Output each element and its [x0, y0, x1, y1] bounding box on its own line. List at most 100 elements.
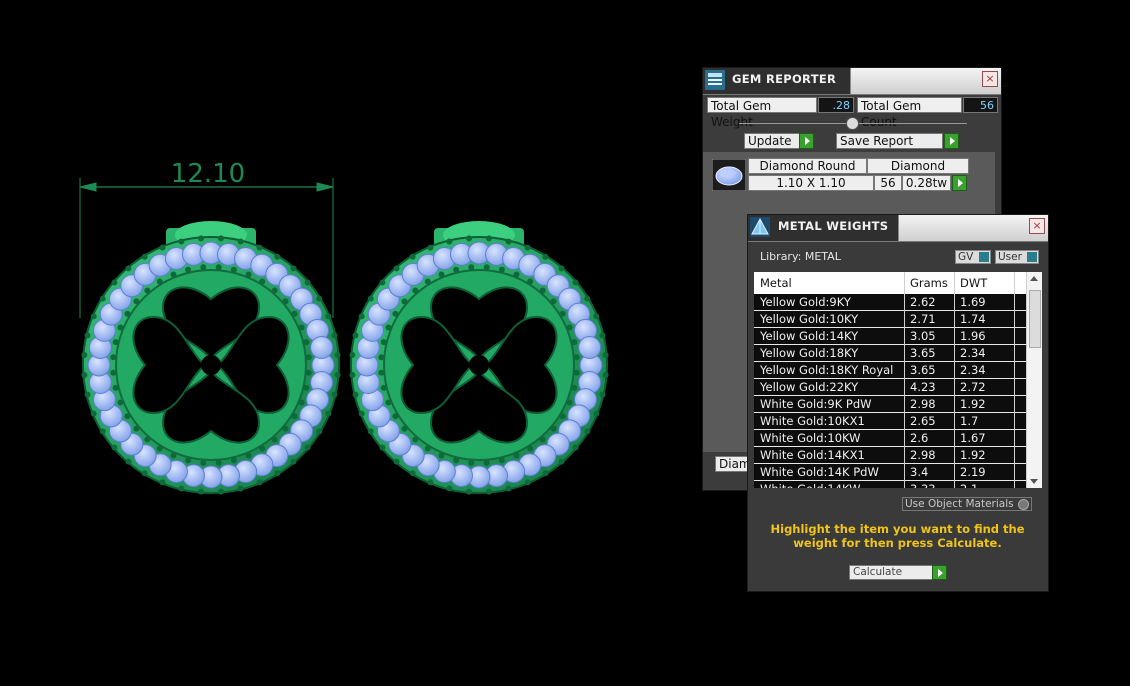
calculate-button[interactable]: Calculate: [849, 565, 941, 580]
dimension-label: 12.10: [171, 159, 245, 189]
dwt-cell: 2.1: [960, 482, 978, 488]
gem-stone: [310, 335, 334, 359]
user-toggle-knob-icon: [1027, 252, 1037, 262]
dwt-cell: 2.72: [960, 380, 986, 394]
table-row[interactable]: White Gold:14KX1 2.98 1.92: [754, 447, 1026, 464]
column-header-grams[interactable]: Grams: [910, 276, 948, 290]
table-row[interactable]: White Gold:9K PdW 2.98 1.92: [754, 396, 1026, 413]
gem-stone: [578, 335, 602, 359]
gv-toggle[interactable]: GV: [955, 250, 991, 264]
dwt-cell: 1.96: [960, 329, 986, 343]
grams-cell: 2.65: [910, 414, 936, 428]
table-row[interactable]: White Gold:14K PdW 3.4 2.19: [754, 464, 1026, 481]
table-row[interactable]: White Gold:10KW 2.6 1.67: [754, 430, 1026, 447]
grams-cell: 3.05: [910, 329, 936, 343]
metal-cell: Yellow Gold:10KY: [760, 312, 859, 326]
metal-cell: White Gold:10KW: [760, 431, 861, 445]
metal-cell: Yellow Gold:14KY: [760, 329, 859, 343]
gem-material-cell[interactable]: Diamond: [867, 158, 969, 174]
metal-weights-table[interactable]: Metal Grams DWT Yellow Gold:9KY 2.62 1.69 Y…: [754, 272, 1042, 488]
grams-cell: 4.23: [910, 380, 936, 394]
use-object-materials-radio-icon: [1018, 499, 1029, 510]
gem-size-cell[interactable]: 1.10 X 1.10: [748, 175, 874, 191]
use-object-materials-toggle[interactable]: Use Object Materials: [902, 497, 1032, 511]
metal-cell: White Gold:14K PdW: [760, 465, 879, 479]
use-object-materials-label: Use Object Materials: [905, 498, 1014, 510]
gem-bottom-partial-button[interactable]: Diamo: [715, 456, 749, 472]
gem-reporter-titlebar[interactable]: GEM REPORTER ×: [703, 68, 1001, 95]
grams-cell: 2.98: [910, 397, 936, 411]
earring-right: [349, 221, 609, 495]
gem-row-go-icon[interactable]: [952, 175, 967, 191]
metal-cell: White Gold:9K PdW: [760, 397, 872, 411]
gv-toggle-knob-icon: [979, 252, 989, 262]
table-row[interactable]: White Gold:10KX1 2.65 1.7: [754, 413, 1026, 430]
metal-weights-app-icon: [750, 217, 770, 237]
metal-weights-close-button[interactable]: ×: [1029, 218, 1045, 234]
total-gem-count-value: 56: [963, 97, 998, 113]
metal-cell: White Gold:14KW: [760, 482, 861, 488]
dwt-cell: 2.19: [960, 465, 986, 479]
grams-cell: 2.98: [910, 448, 936, 462]
save-report-button[interactable]: Save Report: [836, 133, 943, 149]
metal-weights-titlebar[interactable]: METAL WEIGHTS ×: [748, 215, 1048, 242]
gem-count-cell[interactable]: 56: [874, 175, 902, 191]
calculate-hint-text: Highlight the item you want to find the …: [770, 522, 1025, 550]
metal-cell: White Gold:14KX1: [760, 448, 865, 462]
total-gem-count-label: Total Gem Count: [857, 97, 962, 129]
grams-cell: 2.6: [910, 431, 929, 445]
dwt-cell: 2.34: [960, 363, 986, 377]
total-gem-weight-label: Total Gem Weight: [707, 97, 817, 129]
table-row[interactable]: White Gold:14KW 3.33 2.1: [754, 481, 1026, 488]
dwt-cell: 2.34: [960, 346, 986, 360]
table-header: Metal Grams DWT: [754, 272, 1026, 294]
earring-left: [81, 221, 341, 495]
metal-cell: White Gold:10KX1: [760, 414, 865, 428]
gv-toggle-label: GV: [958, 251, 974, 263]
metal-weights-title: METAL WEIGHTS: [778, 219, 889, 233]
gem-reporter-app-icon: [705, 70, 725, 90]
gem-reporter-title: GEM REPORTER: [732, 72, 837, 86]
scroll-up-icon[interactable]: [1030, 276, 1038, 281]
update-button[interactable]: Update: [744, 133, 800, 149]
gem-weight-cell[interactable]: 0.28tw: [902, 175, 951, 191]
dwt-cell: 1.92: [960, 397, 986, 411]
user-toggle[interactable]: User: [995, 250, 1039, 264]
grams-cell: 3.65: [910, 346, 936, 360]
table-row[interactable]: Yellow Gold:10KY 2.71 1.74: [754, 311, 1026, 328]
table-row[interactable]: Yellow Gold:9KY 2.62 1.69: [754, 294, 1026, 311]
update-go-icon[interactable]: [799, 133, 814, 149]
metal-cell: Yellow Gold:18KY Royal: [760, 363, 894, 377]
metal-cell: Yellow Gold:9KY: [760, 295, 851, 309]
grams-cell: 3.4: [910, 465, 929, 479]
table-row[interactable]: Yellow Gold:18KY Royal 3.65 2.34: [754, 362, 1026, 379]
grams-cell: 2.62: [910, 295, 936, 309]
calculate-go-icon[interactable]: [932, 565, 947, 580]
total-gem-weight-value: .28: [818, 97, 854, 113]
column-header-metal[interactable]: Metal: [760, 276, 792, 290]
table-row[interactable]: Yellow Gold:14KY 3.05 1.96: [754, 328, 1026, 345]
dwt-cell: 1.92: [960, 448, 986, 462]
grams-cell: 3.65: [910, 363, 936, 377]
scroll-down-icon[interactable]: [1030, 479, 1038, 484]
grams-cell: 3.33: [910, 482, 936, 488]
table-row[interactable]: Yellow Gold:22KY 4.23 2.72: [754, 379, 1026, 396]
gem-shape-cell[interactable]: Diamond Round: [748, 158, 867, 174]
save-report-go-icon[interactable]: [944, 133, 959, 149]
dwt-cell: 1.7: [960, 414, 979, 428]
gem-reporter-close-button[interactable]: ×: [982, 71, 998, 87]
divider-knob-icon[interactable]: [846, 117, 859, 130]
scroll-thumb[interactable]: [1029, 290, 1041, 348]
diamond-round-icon: [712, 159, 746, 191]
library-label: Library: METAL: [760, 250, 841, 263]
metal-cell: Yellow Gold:18KY: [760, 346, 859, 360]
dwt-cell: 1.74: [960, 312, 986, 326]
user-toggle-label: User: [998, 251, 1022, 263]
model-viewport[interactable]: 12.10: [0, 0, 690, 686]
column-header-dwt[interactable]: DWT: [960, 276, 987, 290]
metal-cell: Yellow Gold:22KY: [760, 380, 859, 394]
dwt-cell: 1.69: [960, 295, 986, 309]
table-row[interactable]: Yellow Gold:18KY 3.65 2.34: [754, 345, 1026, 362]
earrings-render: 12.10: [79, 159, 609, 495]
table-scrollbar[interactable]: [1026, 272, 1042, 488]
